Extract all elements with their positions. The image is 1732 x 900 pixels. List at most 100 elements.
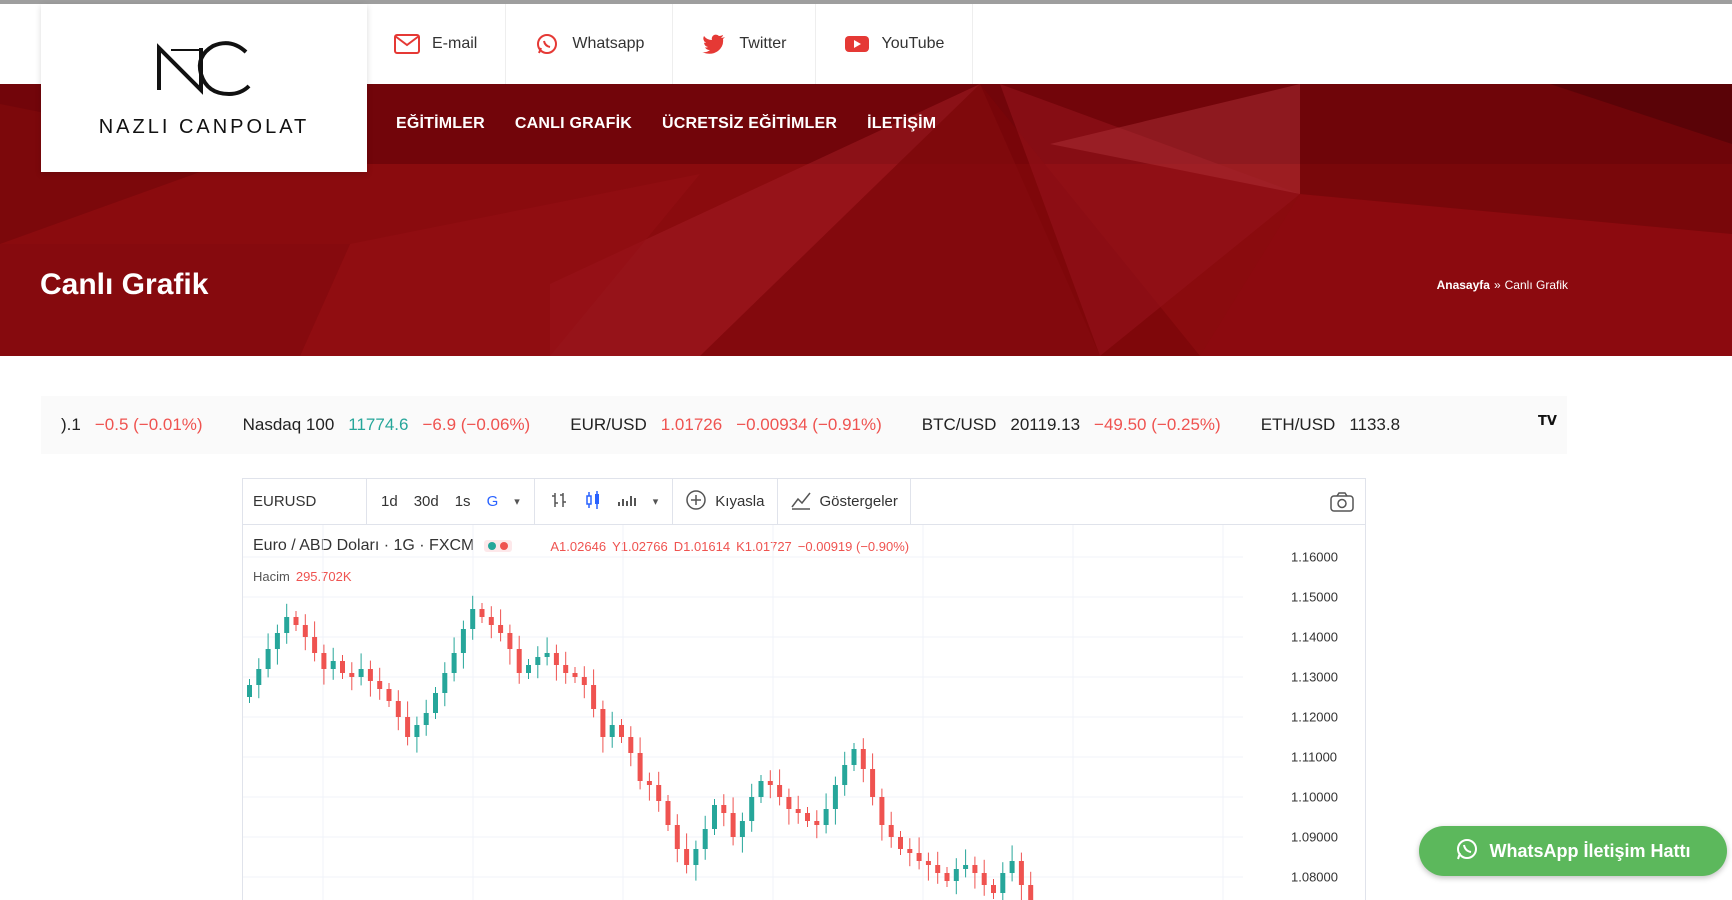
ticker-item[interactable]: BTC/USD 20119.13 −49.50 (−0.25%) [902, 415, 1241, 435]
ticker-price: ).1 [61, 415, 81, 434]
price-axis: 1.16000 1.15000 1.14000 1.13000 1.12000 1.110… [1243, 525, 1365, 900]
chart-type-group: ▾ [535, 479, 674, 525]
ticker-item[interactable]: ETH/USD 1133.8 [1241, 415, 1420, 435]
indicators-icon [790, 489, 812, 515]
candle [312, 621, 318, 662]
candle [795, 795, 801, 824]
indicators-button[interactable]: Göstergeler [778, 479, 911, 525]
bar-chart-icon[interactable] [549, 490, 569, 514]
candle [805, 807, 810, 827]
candle [367, 660, 373, 697]
twitter-label: Twitter [739, 35, 787, 52]
whatsapp-link[interactable]: Whatsapp [506, 4, 674, 84]
candle [405, 701, 411, 746]
candle [898, 831, 903, 855]
nav-canli-grafik[interactable]: CANLI GRAFİK [515, 115, 632, 133]
range-1s-visible[interactable]: 1s [455, 493, 471, 510]
ticker-price: 20119.13 [1010, 415, 1081, 434]
price-plot[interactable] [243, 525, 1243, 900]
breadcrumb-separator: » [1493, 278, 1501, 292]
candle [767, 770, 773, 799]
breadcrumb: Anasayfa » Canlı Grafik [1437, 278, 1568, 292]
candle [377, 667, 383, 700]
candle [600, 700, 606, 753]
twitter-link[interactable]: Twitter [673, 4, 816, 84]
ticker-price: 11774.6 [348, 415, 409, 434]
candle [340, 655, 345, 679]
candle [293, 611, 299, 631]
candle [665, 795, 671, 831]
candle [646, 772, 652, 801]
candle [925, 852, 931, 881]
ticker-item[interactable]: Nasdaq 100 11774.6 −6.9 (−0.06%) [223, 415, 551, 435]
candle [916, 837, 922, 870]
interval-active[interactable]: G [487, 493, 499, 510]
candle [330, 647, 336, 680]
candle [749, 783, 755, 832]
ticker-price: 1.01726 [660, 415, 723, 434]
indicators-label: Göstergeler [819, 493, 898, 510]
chart-widget[interactable]: EURUSD 1d 30d 30d 1s G ▾ ▾ [242, 478, 1366, 900]
candle [656, 771, 662, 812]
compare-button[interactable]: Kıyasla [673, 479, 778, 525]
nav-iletisim[interactable]: İLETİŞİM [867, 115, 936, 133]
candle [721, 794, 727, 827]
candle [758, 775, 764, 803]
candle [507, 624, 513, 665]
compare-label: Kıyasla [715, 493, 765, 510]
candle [944, 867, 950, 887]
candle [1009, 845, 1015, 882]
whatsapp-contact-button[interactable]: WhatsApp İletişim Hattı [1419, 826, 1727, 876]
ticker-change: −0.5 (−0.01%) [94, 415, 203, 434]
candle [423, 699, 429, 736]
candle [870, 753, 876, 806]
y-tick-label: 1.08000 [1291, 869, 1338, 885]
range-30d[interactable]: 30d [414, 493, 439, 510]
breadcrumb-home[interactable]: Anasayfa [1437, 278, 1490, 292]
chevron-down-icon[interactable]: ▾ [653, 495, 659, 508]
ticker-name: Nasdaq 100 [242, 415, 335, 434]
candle [284, 603, 290, 644]
logo-text: NAZLI CANPOLAT [98, 116, 310, 138]
chart-toolbar: EURUSD 1d 30d 30d 1s G ▾ ▾ [243, 479, 1365, 525]
contact-bar: E-mail Whatsapp Twitter YouTube [366, 4, 974, 84]
candle [832, 776, 838, 825]
y-tick-label: 1.14000 [1291, 629, 1338, 645]
envelope-icon [394, 33, 420, 55]
candle [972, 856, 978, 889]
youtube-label: YouTube [881, 35, 945, 52]
candle [963, 849, 969, 878]
area-chart-icon[interactable] [617, 490, 639, 514]
ticker-tape[interactable]: ).1 −0.5 (−0.01%) Nasdaq 100 11774.6 −6.… [41, 396, 1567, 454]
nav-egitimler[interactable]: EĞİTİMLER [396, 115, 485, 133]
ticker-item[interactable]: ).1 −0.5 (−0.01%) [41, 415, 223, 435]
camera-icon[interactable] [1329, 491, 1355, 513]
y-tick-label: 1.13000 [1291, 669, 1338, 685]
candle [274, 624, 280, 665]
ticker-item[interactable]: EUR/USD 1.01726 −0.00934 (−0.91%) [550, 415, 902, 435]
ticker-price: 1133.8 [1349, 415, 1401, 434]
candle [451, 637, 457, 682]
tradingview-logo[interactable]: TV [1538, 414, 1557, 429]
chevron-down-icon[interactable]: ▾ [514, 495, 520, 508]
candle [414, 716, 420, 753]
logo[interactable]: NAZLI CANPOLAT [41, 4, 367, 172]
range-1d[interactable]: 1d [381, 493, 398, 510]
candle [553, 644, 559, 681]
email-link[interactable]: E-mail [366, 4, 507, 84]
candle [386, 683, 392, 707]
candle-chart-icon[interactable] [583, 490, 603, 514]
ticker-change: −6.9 (−0.06%) [422, 415, 531, 434]
candle [1000, 862, 1006, 900]
y-tick-label: 1.11000 [1291, 749, 1338, 765]
candle [953, 858, 959, 895]
candle [572, 667, 578, 683]
candle [907, 838, 913, 867]
symbol-search[interactable]: EURUSD [243, 479, 367, 525]
whatsapp-icon [534, 33, 560, 55]
candle [712, 799, 717, 835]
candle [739, 812, 745, 853]
youtube-link[interactable]: YouTube [816, 4, 974, 84]
nav-ucretsiz-egitimler[interactable]: ÜCRETSİZ EĞİTİMLER [662, 115, 837, 133]
whatsapp-label: Whatsapp [572, 35, 645, 52]
